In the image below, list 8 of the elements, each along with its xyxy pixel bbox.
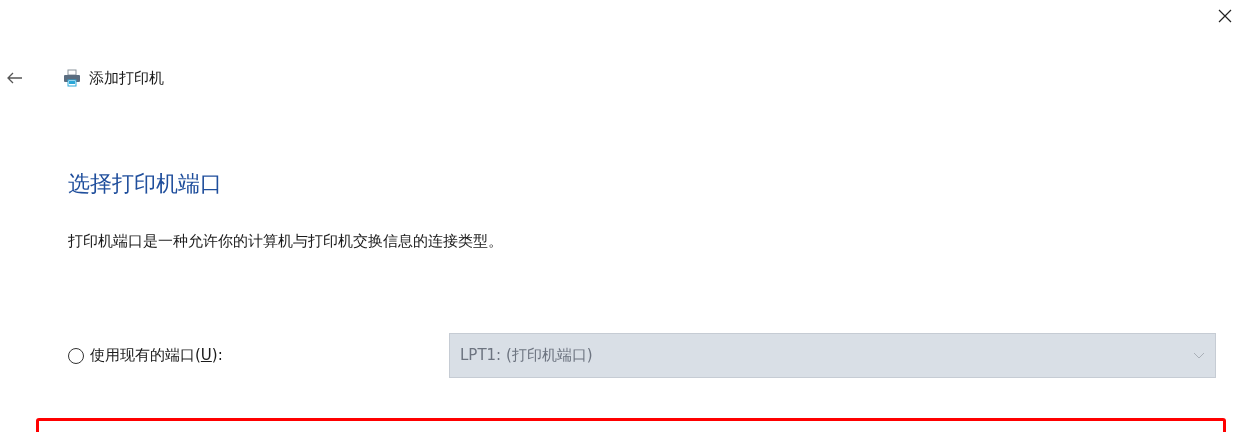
description-text: 打印机端口是一种允许你的计算机与打印机交换信息的连接类型。 bbox=[68, 231, 504, 252]
printer-icon bbox=[63, 69, 81, 87]
chevron-down-icon bbox=[1193, 352, 1205, 359]
back-button[interactable] bbox=[5, 70, 25, 86]
radio-button[interactable]: 使用现有的端口(U): bbox=[68, 346, 449, 365]
page-heading: 选择打印机端口 bbox=[68, 170, 223, 198]
window-title: 添加打印机 bbox=[89, 68, 164, 88]
close-icon[interactable] bbox=[1218, 9, 1232, 23]
